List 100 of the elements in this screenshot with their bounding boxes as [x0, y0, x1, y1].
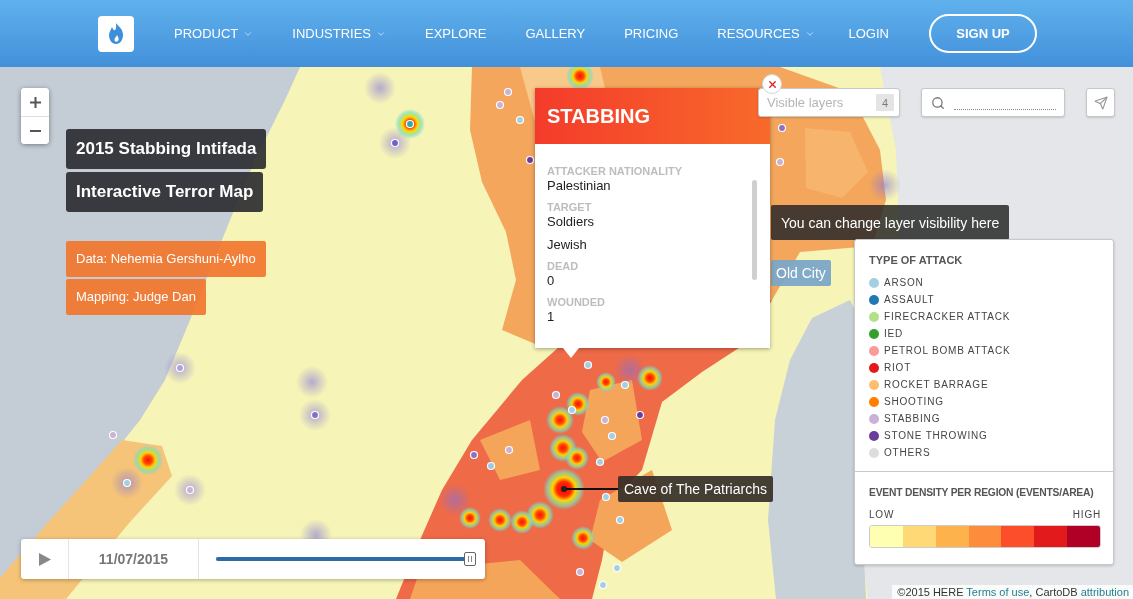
event-dot[interactable]	[595, 457, 605, 467]
field-value: Jewish	[547, 237, 588, 253]
event-dot[interactable]	[504, 445, 514, 455]
event-dot[interactable]	[405, 119, 415, 129]
event-dot[interactable]	[551, 390, 561, 400]
heat-spot	[596, 372, 616, 392]
signup-button[interactable]: SIGN UP	[929, 14, 1037, 53]
nav-link[interactable]: EXPLORE	[425, 26, 487, 41]
close-icon	[766, 78, 778, 90]
glow-spot	[164, 352, 196, 384]
event-dot[interactable]	[775, 157, 785, 167]
field-value: 1	[547, 309, 556, 325]
heat-spot	[395, 109, 425, 139]
minus-icon	[29, 129, 41, 132]
search-box[interactable]	[921, 88, 1065, 117]
event-dot[interactable]	[495, 100, 505, 110]
event-dot[interactable]	[635, 410, 645, 420]
event-dot[interactable]	[615, 515, 625, 525]
event-dot[interactable]	[583, 360, 593, 370]
field-label: DEAD	[547, 260, 580, 273]
glow-spot	[296, 366, 328, 398]
place-label: Old City	[771, 260, 831, 286]
layers-control[interactable]: Visible layers 4	[758, 88, 900, 117]
nav-link[interactable]: PRICING	[624, 26, 679, 41]
event-dot[interactable]	[598, 580, 608, 590]
login-link[interactable]: LOGIN	[848, 26, 889, 41]
nav-link[interactable]: PRODUCT	[174, 26, 254, 41]
event-dot[interactable]	[469, 450, 479, 460]
event-dot[interactable]	[620, 380, 630, 390]
legend-label: PETROL BOMB ATTACK	[884, 345, 1011, 356]
event-dot[interactable]	[525, 155, 535, 165]
heat-spot	[637, 365, 663, 391]
layer-count-badge: 4	[876, 94, 894, 111]
scrollbar[interactable]	[752, 180, 757, 280]
event-dot[interactable]	[108, 430, 118, 440]
search-icon	[931, 95, 945, 110]
timeline-handle[interactable]	[463, 552, 476, 566]
zoom-out-button[interactable]	[21, 116, 49, 144]
field-label: WOUNDED	[547, 296, 607, 309]
heat-spot	[488, 508, 512, 532]
site-label: Cave of The Patriarchs	[618, 476, 773, 502]
legend-label: FIRECRACKER ATTACK	[884, 311, 1011, 322]
legend-label: RIOT	[884, 362, 912, 373]
legend-label: ASSAULT	[884, 294, 935, 305]
legend-label: ROCKET BARRAGE	[884, 379, 989, 390]
credit-label: Data: Nehemia Gershuni-Aylho	[66, 241, 266, 277]
event-dot[interactable]	[390, 138, 400, 148]
glow-spot	[299, 399, 331, 431]
legend-label: SHOOTING	[884, 396, 944, 407]
event-dot[interactable]	[601, 492, 611, 502]
heat-spot	[546, 406, 574, 434]
glow-spot	[869, 169, 901, 201]
field-label: TARGET	[547, 201, 593, 214]
heat-spot	[566, 67, 594, 90]
legend-label: STABBING	[884, 413, 941, 424]
legend-label: IED	[884, 328, 904, 339]
glow-spot	[111, 467, 143, 499]
event-marker[interactable]	[543, 468, 585, 510]
attribution-link[interactable]: attribution	[1080, 586, 1129, 598]
event-dot[interactable]	[567, 405, 577, 415]
nav-link[interactable]: GALLERY	[525, 26, 586, 41]
legend-title: TYPE OF ATTACK	[869, 254, 964, 267]
event-dot[interactable]	[607, 431, 617, 441]
legend-label: STONE THROWING	[884, 430, 988, 441]
nav-link[interactable]: RESOURCES	[717, 26, 815, 41]
heat-spot	[133, 445, 163, 475]
nav-link[interactable]: INDUSTRIES	[292, 26, 386, 41]
heat-spot	[571, 526, 595, 550]
glow-spot	[439, 484, 471, 516]
event-dot[interactable]	[175, 363, 185, 373]
field-value: Soldiers	[547, 214, 595, 230]
legend-label: OTHERS	[884, 447, 931, 458]
glow-spot	[364, 72, 396, 104]
event-dot[interactable]	[310, 410, 320, 420]
field-value: 0	[547, 273, 556, 289]
paper-plane-icon	[1093, 95, 1108, 110]
zoom-in-button[interactable]	[21, 88, 49, 116]
hint-tooltip: You can change layer visibility here	[771, 205, 1010, 240]
legend-label: ARSON	[884, 277, 924, 288]
date-label: 11/07/2015	[98, 551, 169, 567]
locate-button[interactable]	[1086, 88, 1115, 117]
event-dot[interactable]	[575, 567, 585, 577]
event-dot[interactable]	[122, 478, 132, 488]
event-dot[interactable]	[486, 461, 496, 471]
layers-input[interactable]: Visible layers	[767, 93, 872, 112]
plus-icon	[29, 96, 41, 108]
field-value: Palestinian	[547, 178, 612, 194]
logo-icon[interactable]	[98, 15, 134, 52]
event-dot[interactable]	[612, 563, 622, 573]
low-label: LOW	[869, 509, 895, 520]
heat-spot	[459, 507, 481, 529]
play-icon	[38, 552, 51, 566]
event-dot[interactable]	[515, 115, 525, 125]
leader-line	[566, 488, 618, 490]
glow-spot	[174, 474, 206, 506]
event-dot[interactable]	[503, 87, 513, 97]
map-title-label: 2015 Stabbing Intifada	[66, 129, 267, 169]
event-dot[interactable]	[600, 415, 610, 425]
event-dot[interactable]	[777, 123, 787, 133]
event-dot[interactable]	[185, 485, 195, 495]
